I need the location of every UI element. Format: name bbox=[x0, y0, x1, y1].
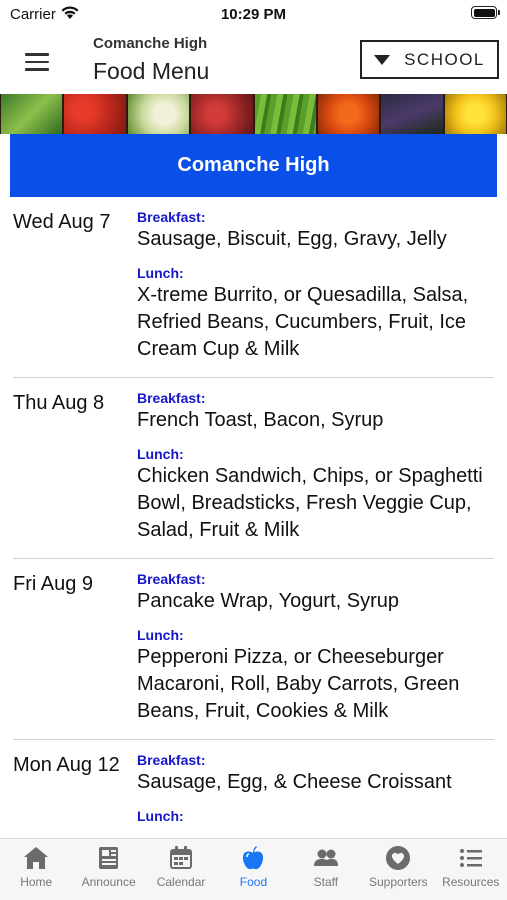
calendar-icon bbox=[170, 846, 193, 869]
status-time: 10:29 PM bbox=[220, 6, 287, 23]
newspaper-icon bbox=[98, 847, 118, 869]
triangle-down-icon bbox=[374, 54, 391, 65]
app-header: Comanche High Food Menu SCHOOL bbox=[0, 28, 507, 94]
lunch-label: Lunch: bbox=[137, 808, 184, 824]
school-select-button[interactable]: SCHOOL bbox=[360, 40, 499, 79]
lunch-label: Lunch: bbox=[137, 627, 184, 643]
list-icon bbox=[459, 849, 482, 867]
apple-icon bbox=[243, 846, 264, 870]
breakfast-items: Sausage, Egg, & Cheese Croissant bbox=[137, 771, 452, 793]
home-icon bbox=[24, 847, 49, 869]
list-item: Thu Aug 8 Breakfast: French Toast, Bacon… bbox=[13, 378, 494, 559]
bottom-tab-bar: Home Announce Calendar Food Staff Suppor… bbox=[0, 838, 507, 900]
school-heading: Comanche High bbox=[10, 134, 497, 197]
menu-list[interactable]: Wed Aug 7 Breakfast: Sausage, Biscuit, E… bbox=[0, 197, 507, 838]
people-icon bbox=[313, 849, 338, 866]
tab-announce[interactable]: Announce bbox=[72, 839, 144, 900]
tab-label: Supporters bbox=[368, 875, 428, 889]
status-bar: Carrier 10:29 PM bbox=[0, 0, 507, 28]
lunch-items: Chicken Sandwich, Chips, or Spaghetti Bo… bbox=[137, 465, 483, 541]
lunch-items: X-treme Burrito, or Quesadilla, Salsa, R… bbox=[137, 284, 469, 360]
breakfast-items: Sausage, Biscuit, Egg, Gravy, Jelly bbox=[137, 228, 447, 250]
breakfast-items: French Toast, Bacon, Syrup bbox=[137, 409, 384, 431]
tab-label: Home bbox=[20, 875, 53, 889]
tab-label: Staff bbox=[313, 875, 339, 889]
heart-badge-icon bbox=[386, 846, 411, 870]
tab-label: Food bbox=[239, 875, 268, 889]
lunch-label: Lunch: bbox=[137, 265, 184, 281]
lunch-label: Lunch: bbox=[137, 446, 184, 462]
battery-icon bbox=[471, 6, 500, 19]
school-button-label: SCHOOL bbox=[404, 49, 485, 69]
tab-label: Announce bbox=[81, 875, 136, 889]
breakfast-items: Pancake Wrap, Yogurt, Syrup bbox=[137, 590, 400, 612]
header-subtitle: Comanche High bbox=[93, 35, 208, 52]
tab-label: Resources bbox=[442, 875, 500, 889]
menu-date: Mon Aug 12 bbox=[13, 754, 120, 776]
breakfast-label: Breakfast: bbox=[137, 571, 206, 587]
breakfast-label: Breakfast: bbox=[137, 390, 206, 406]
tab-calendar[interactable]: Calendar bbox=[145, 839, 217, 900]
hamburger-menu-icon[interactable] bbox=[18, 48, 54, 76]
tab-resources[interactable]: Resources bbox=[435, 839, 507, 900]
list-item: Wed Aug 7 Breakfast: Sausage, Biscuit, E… bbox=[13, 197, 494, 378]
tab-staff[interactable]: Staff bbox=[290, 839, 362, 900]
list-item: Fri Aug 9 Breakfast: Pancake Wrap, Yogur… bbox=[13, 559, 494, 740]
lunch-items: Pepperoni Pizza, or Cheeseburger Macaron… bbox=[137, 646, 460, 722]
tab-home[interactable]: Home bbox=[0, 839, 72, 900]
produce-banner-image bbox=[0, 94, 507, 134]
page-title: Food Menu bbox=[93, 58, 210, 84]
tab-label: Calendar bbox=[156, 875, 206, 889]
tab-food[interactable]: Food bbox=[217, 839, 289, 900]
menu-date: Fri Aug 9 bbox=[13, 573, 94, 595]
breakfast-label: Breakfast: bbox=[137, 209, 206, 225]
list-item: Mon Aug 12 Breakfast: Sausage, Egg, & Ch… bbox=[13, 740, 494, 838]
breakfast-label: Breakfast: bbox=[137, 752, 206, 768]
menu-date: Wed Aug 7 bbox=[13, 211, 111, 233]
menu-date: Thu Aug 8 bbox=[13, 392, 105, 414]
tab-supporters[interactable]: Supporters bbox=[362, 839, 434, 900]
